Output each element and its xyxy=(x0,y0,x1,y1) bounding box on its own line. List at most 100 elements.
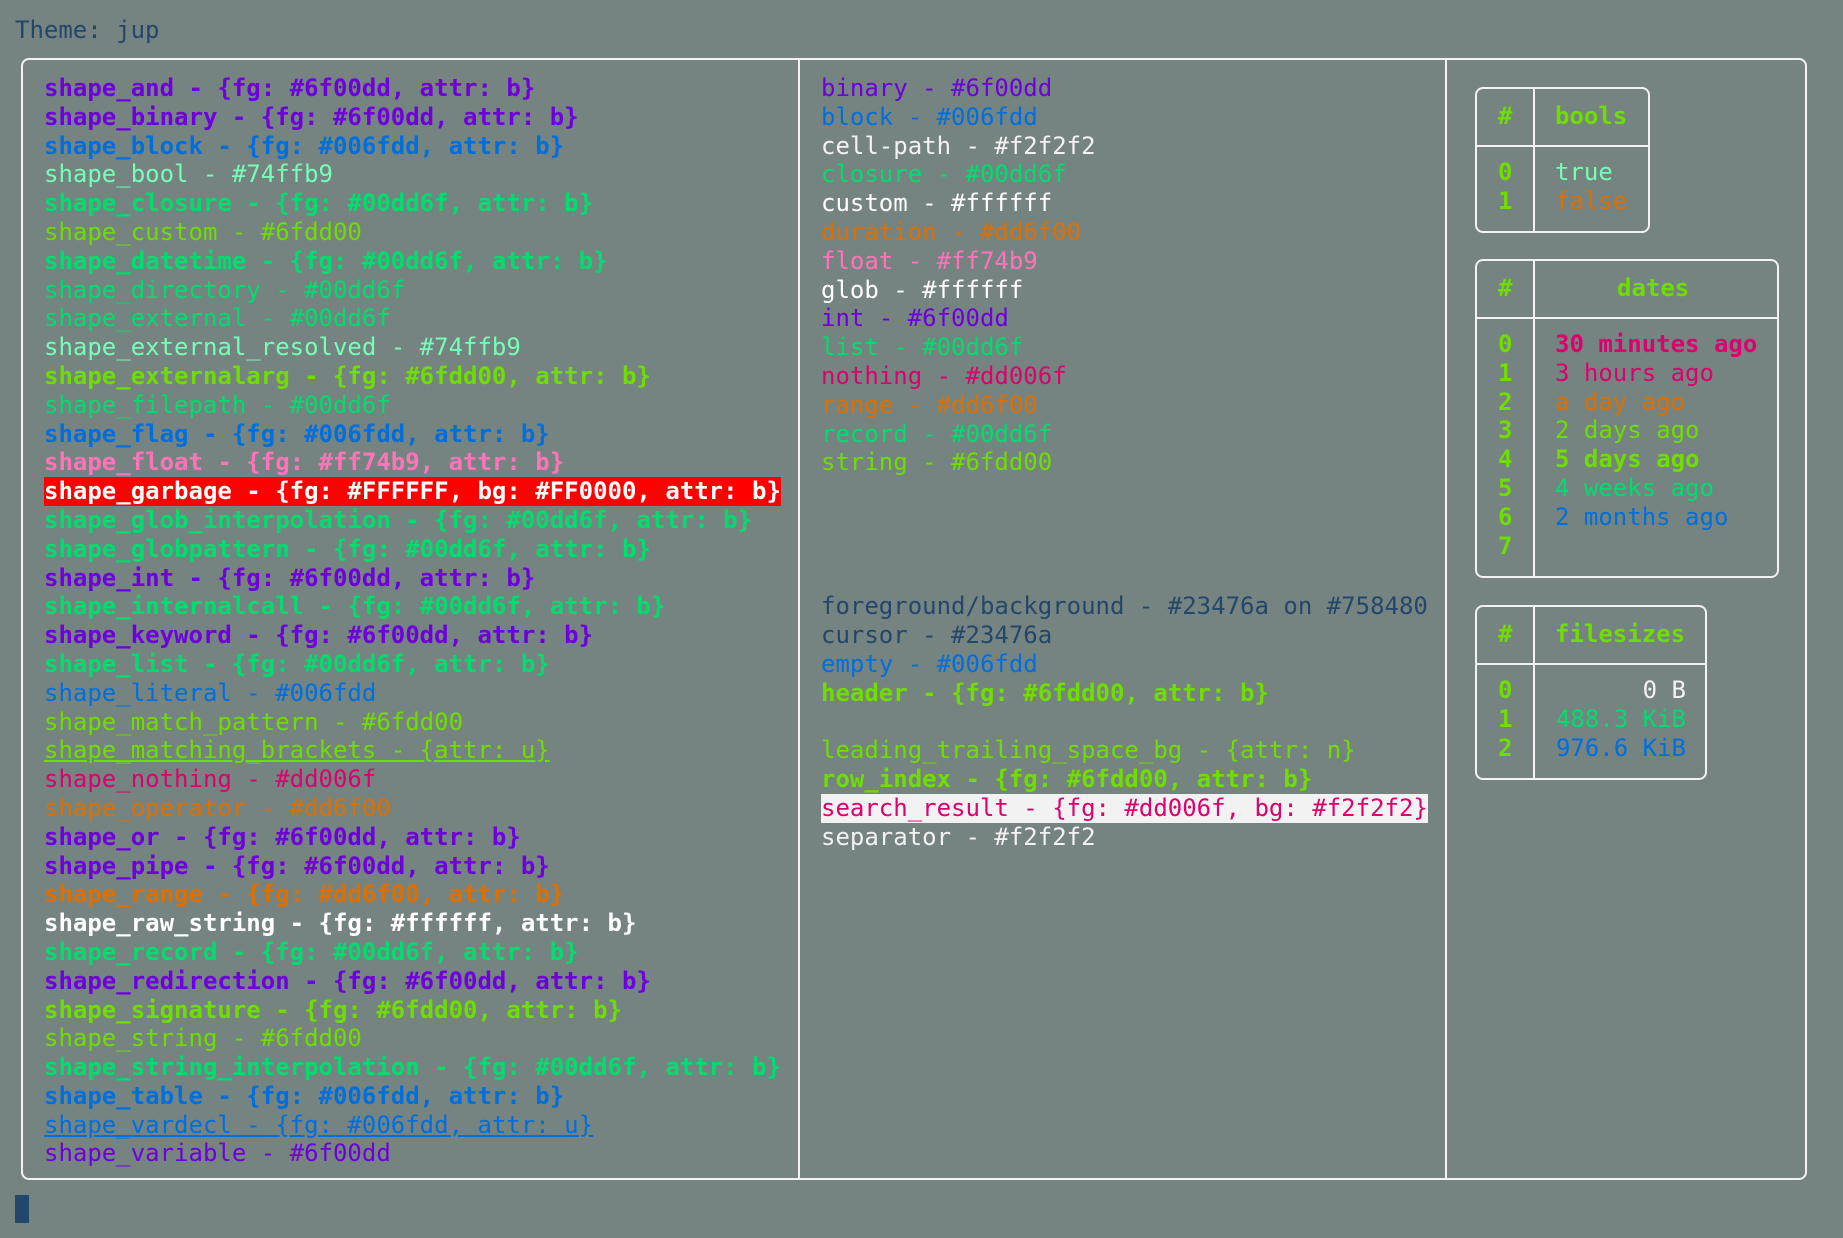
value-style-line: cell-path - #f2f2f2 xyxy=(821,132,1428,161)
shape-style-line: shape_range - {fg: #dd6f00, attr: b} xyxy=(44,880,781,909)
value-styles-list: binary - #6f00dd block - #006fdd cell-path… xyxy=(821,74,1428,852)
shape-style-text: shape_table - {fg: #006fdd, attr: b} xyxy=(44,1081,565,1110)
value-style-line: int - #6f00dd xyxy=(821,304,1428,333)
value-style-line: empty - #006fdd xyxy=(821,650,1428,679)
value-style-line: row_index - {fg: #6fdd00, attr: b} xyxy=(821,765,1428,794)
shape-style-line: shape_datetime - {fg: #00dd6f, attr: b} xyxy=(44,247,781,276)
shape-style-text: shape_or - {fg: #6f00dd, attr: b} xyxy=(44,822,521,851)
value-style-text: separator - #f2f2f2 xyxy=(821,822,1096,851)
shape-style-text: shape_range - {fg: #dd6f00, attr: b} xyxy=(44,880,565,909)
shape-style-line: shape_match_pattern - #6fdd00 xyxy=(44,708,781,737)
shape-style-line: shape_operator - #dd6f00 xyxy=(44,794,781,823)
shape-style-text: shape_list - {fg: #00dd6f, attr: b} xyxy=(44,649,550,678)
shape-style-line: shape_nothing - #dd006f xyxy=(44,765,781,794)
value-style-text: float - #ff74b9 xyxy=(821,246,1038,275)
shape-style-text: shape_literal - #006fdd xyxy=(44,678,377,707)
row-index: 3 xyxy=(1498,416,1513,445)
row-index: 1 xyxy=(1498,358,1513,387)
value-style-line xyxy=(821,535,1428,564)
row-value: true xyxy=(1555,158,1613,186)
shape-style-line: shape_string_interpolation - {fg: #00dd6… xyxy=(44,1053,781,1082)
shape-style-text: shape_bool - #74ffb9 xyxy=(44,160,333,189)
shape-style-line: shape_externalarg - {fg: #6fdd00, attr: … xyxy=(44,362,781,391)
shape-style-line: shape_int - {fg: #6f00dd, attr: b} xyxy=(44,564,781,593)
filesizes-table: # filesizes 0 0 B 1 488.3 KiB 2 976.6 KiB xyxy=(1475,605,1707,780)
value-style-text: int - #6f00dd xyxy=(821,304,1009,333)
shape-styles-list: shape_and - {fg: #6f00dd, attr: b} shape_… xyxy=(44,74,781,1168)
value-style-line: cursor - #23476a xyxy=(821,621,1428,650)
filesizes-value-header: filesizes xyxy=(1555,620,1686,648)
shape-style-text: shape_string_interpolation - {fg: #00dd6… xyxy=(44,1053,781,1082)
theme-label: Theme: jup xyxy=(15,16,160,44)
shape-style-line: shape_or - {fg: #6f00dd, attr: b} xyxy=(44,823,781,852)
value-style-line: search_result - {fg: #dd006f, bg: #f2f2f… xyxy=(821,793,1428,823)
shape-style-line: shape_redirection - {fg: #6f00dd, attr: … xyxy=(44,967,781,996)
row-value: 0 B xyxy=(1642,676,1686,704)
dates-index-header: # xyxy=(1498,274,1513,302)
value-style-line: block - #006fdd xyxy=(821,103,1428,132)
row-value: 2 days ago xyxy=(1555,416,1700,445)
shape-style-text: shape_nothing - #dd006f xyxy=(44,765,377,794)
row-index: 1 xyxy=(1498,704,1513,733)
shape-style-text: shape_internalcall - {fg: #00dd6f, attr:… xyxy=(44,592,666,621)
value-style-line xyxy=(821,506,1428,535)
shape-style-text: shape_signature - {fg: #6fdd00, attr: b} xyxy=(44,995,622,1024)
shape-style-text: shape_externalarg - {fg: #6fdd00, attr: … xyxy=(44,361,651,390)
value-style-line: record - #00dd6f xyxy=(821,420,1428,449)
shape-style-line: shape_signature - {fg: #6fdd00, attr: b} xyxy=(44,996,781,1025)
shape-style-text: shape_record - {fg: #00dd6f, attr: b} xyxy=(44,937,579,966)
shape-style-text: shape_external - #00dd6f xyxy=(44,304,391,333)
value-style-text: glob - #ffffff xyxy=(821,275,1024,304)
column-divider-left xyxy=(798,58,800,1180)
shape-style-text: shape_operator - #dd6f00 xyxy=(44,793,391,822)
value-style-line: duration - #dd6f00 xyxy=(821,218,1428,247)
value-style-text: empty - #006fdd xyxy=(821,649,1038,678)
row-value: 488.3 KiB xyxy=(1555,704,1686,733)
value-style-line: leading_trailing_space_bg - {attr: n} xyxy=(821,736,1428,765)
value-style-text: leading_trailing_space_bg - {attr: n} xyxy=(821,736,1356,765)
shape-style-text: shape_raw_string - {fg: #ffffff, attr: b… xyxy=(44,909,637,938)
bools-column-separator xyxy=(1533,89,1535,231)
value-style-line: range - #dd6f00 xyxy=(821,391,1428,420)
shape-style-text: shape_filepath - #00dd6f xyxy=(44,390,391,419)
value-style-line xyxy=(821,708,1428,737)
shape-style-line: shape_and - {fg: #6f00dd, attr: b} xyxy=(44,74,781,103)
row-value: a day ago xyxy=(1555,387,1686,416)
shape-style-line: shape_literal - #006fdd xyxy=(44,679,781,708)
shape-style-line: shape_filepath - #00dd6f xyxy=(44,391,781,420)
shape-style-text: shape_and - {fg: #6f00dd, attr: b} xyxy=(44,74,536,102)
value-style-line: separator - #f2f2f2 xyxy=(821,823,1428,852)
shape-style-line: shape_table - {fg: #006fdd, attr: b} xyxy=(44,1082,781,1111)
shape-style-line: shape_block - {fg: #006fdd, attr: b} xyxy=(44,132,781,161)
row-index: 5 xyxy=(1498,474,1513,502)
row-value: 4 weeks ago xyxy=(1555,474,1714,502)
shape-style-line: shape_binary - {fg: #6f00dd, attr: b} xyxy=(44,103,781,132)
value-style-text: block - #006fdd xyxy=(821,102,1038,131)
shape-style-line: shape_garbage - {fg: #FFFFFF, bg: #FF000… xyxy=(44,477,781,506)
shape-style-text: shape_custom - #6fdd00 xyxy=(44,217,362,246)
shape-style-text: shape_string - #6fdd00 xyxy=(44,1024,362,1053)
shape-style-text: shape_keyword - {fg: #6f00dd, attr: b} xyxy=(44,621,594,650)
shape-style-line: shape_custom - #6fdd00 xyxy=(44,218,781,247)
shape-style-line: shape_internalcall - {fg: #00dd6f, attr:… xyxy=(44,592,781,621)
shape-style-text: shape_pipe - {fg: #6f00dd, attr: b} xyxy=(44,851,550,880)
row-index: 0 xyxy=(1498,676,1513,704)
row-index: 1 xyxy=(1498,186,1513,215)
row-value: 976.6 KiB xyxy=(1555,733,1686,762)
shape-style-line: shape_glob_interpolation - {fg: #00dd6f,… xyxy=(44,506,781,535)
bools-header-separator xyxy=(1477,145,1648,147)
terminal-cursor[interactable] xyxy=(15,1195,29,1223)
shape-style-text: shape_binary - {fg: #6f00dd, attr: b} xyxy=(44,102,579,131)
shape-style-text: shape_datetime - {fg: #00dd6f, attr: b} xyxy=(44,246,608,275)
shape-style-line: shape_external_resolved - #74ffb9 xyxy=(44,333,781,362)
dates-header-separator xyxy=(1477,317,1777,319)
shape-style-text: shape_garbage - {fg: #FFFFFF, bg: #FF000… xyxy=(44,477,781,506)
value-style-line: nothing - #dd006f xyxy=(821,362,1428,391)
dates-value-header: dates xyxy=(1617,274,1690,302)
value-style-text: custom - #ffffff xyxy=(821,189,1053,218)
value-style-text: row_index - {fg: #6fdd00, attr: b} xyxy=(821,765,1313,794)
shape-style-text: shape_directory - #00dd6f xyxy=(44,275,406,304)
shape-style-text: shape_int - {fg: #6f00dd, attr: b} xyxy=(44,563,536,592)
value-style-line: binary - #6f00dd xyxy=(821,74,1428,103)
row-value: 30 minutes ago xyxy=(1555,330,1758,358)
